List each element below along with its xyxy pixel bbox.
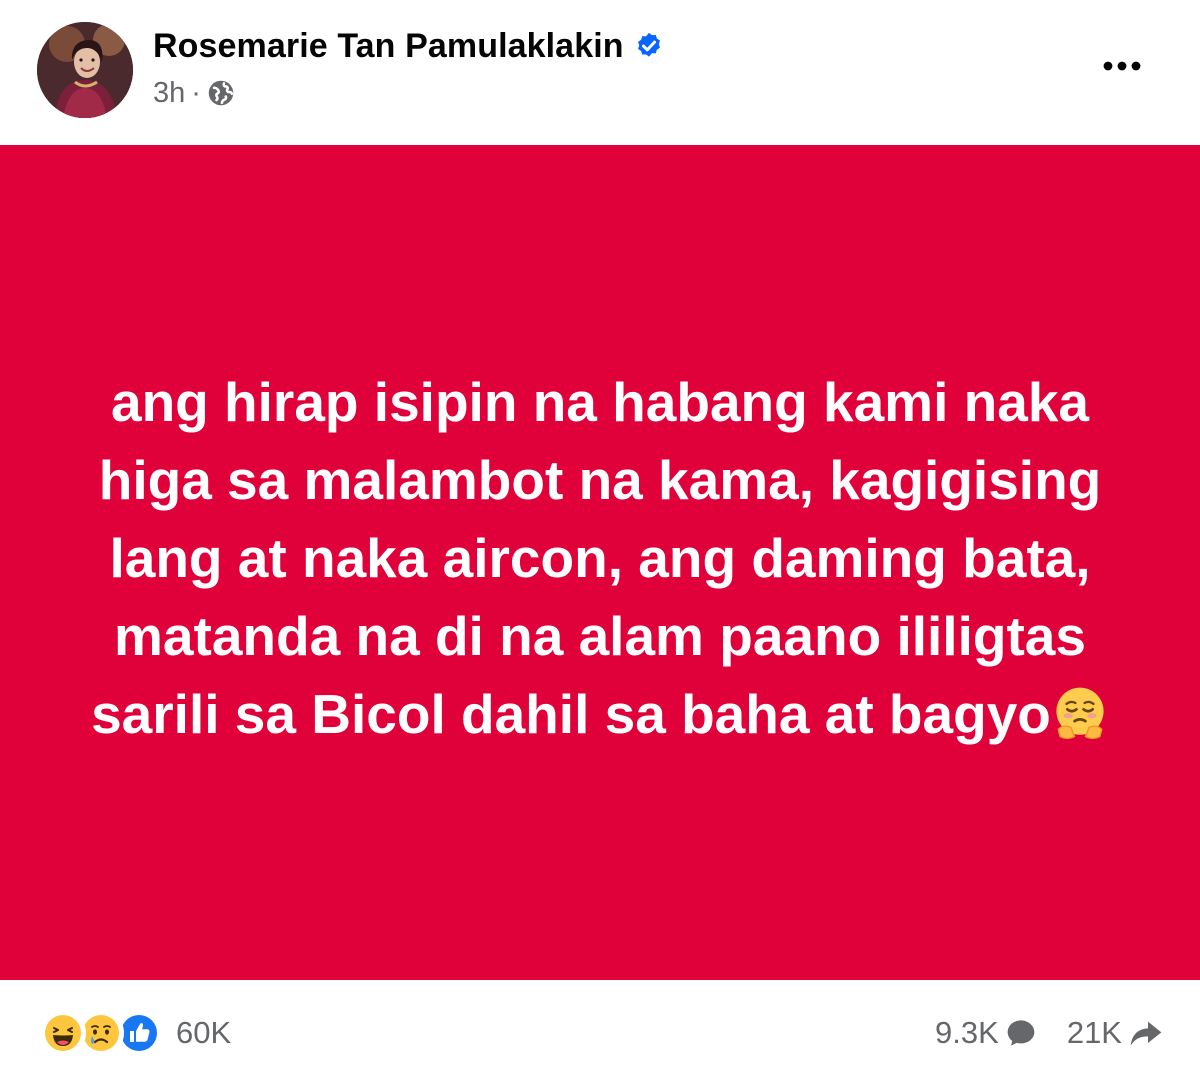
author-name[interactable]: Rosemarie Tan Pamulaklakin: [153, 26, 624, 66]
share-arrow-icon: [1130, 1021, 1162, 1046]
post-text-line: matanda na di na alam paano ililigtas: [114, 604, 1086, 667]
post-header: Rosemarie Tan Pamulaklakin 3h ·: [0, 0, 1200, 145]
text-background-post[interactable]: ang hirap isipin na habang kami naka hig…: [0, 145, 1200, 980]
comment-bubble-icon: [1007, 1020, 1035, 1046]
reactions-summary[interactable]: 60K: [40, 1010, 231, 1056]
shares-count-button[interactable]: 21K: [1067, 1010, 1164, 1056]
face-holding-back-tears-icon: [1051, 684, 1109, 742]
meta-separator: ·: [191, 77, 201, 109]
post-text-line: ang hirap isipin na habang kami naka: [110, 370, 1090, 433]
post-card: Rosemarie Tan Pamulaklakin 3h · ang hira…: [0, 0, 1200, 1081]
post-footer: 60K 9.3K 21K: [0, 980, 1200, 1081]
reaction-count: 60K: [176, 1015, 232, 1050]
more-options-button[interactable]: [1092, 44, 1152, 88]
more-options-icon: [1103, 61, 1141, 71]
author-avatar[interactable]: [37, 22, 133, 118]
post-meta: 3h ·: [153, 75, 235, 111]
avatar-photo: [37, 22, 133, 118]
reaction-icons: [40, 1010, 162, 1056]
post-text-line: higa sa malambot na kama, kagigising: [98, 448, 1102, 511]
share-count: 21K: [1066, 1015, 1122, 1050]
post-text: ang hirap isipin na habang kami naka hig…: [50, 363, 1150, 753]
post-timestamp[interactable]: 3h: [153, 75, 185, 111]
comment-count: 9.3K: [935, 1015, 999, 1050]
post-text-line: sarili sa Bicol dahil sa baha at bagyo: [91, 682, 1051, 745]
haha-reaction-icon: [40, 1010, 86, 1056]
post-text-line: lang at naka aircon, ang daming bata,: [109, 526, 1091, 589]
post-text-last-line: sarili sa Bicol dahil sa baha at bagyo: [50, 675, 1150, 753]
globe-icon[interactable]: [207, 79, 235, 107]
engagement-stats: 9.3K 21K: [935, 1010, 1164, 1056]
verified-badge-icon: [634, 31, 664, 61]
comments-count-button[interactable]: 9.3K: [935, 1010, 1037, 1056]
author-row: Rosemarie Tan Pamulaklakin: [153, 26, 664, 66]
